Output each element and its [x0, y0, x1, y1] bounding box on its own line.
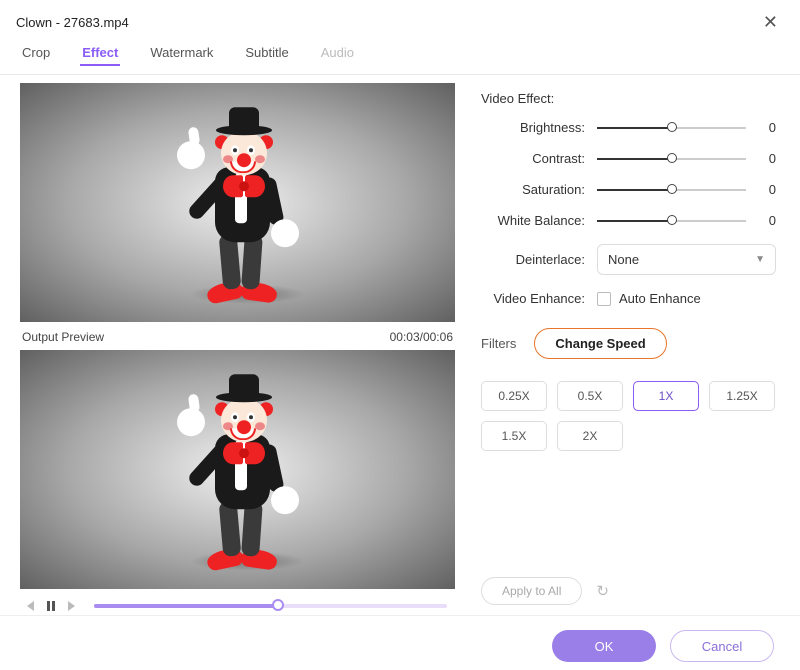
speed-0-5x[interactable]: 0.5X: [557, 381, 623, 411]
speed-1x[interactable]: 1X: [633, 381, 699, 411]
tab-bar: Crop Effect Watermark Subtitle Audio: [0, 41, 800, 74]
whitebalance-value: 0: [758, 213, 776, 228]
speed-1-25x[interactable]: 1.25X: [709, 381, 775, 411]
window-title: Clown - 27683.mp4: [16, 15, 129, 30]
contrast-value: 0: [758, 151, 776, 166]
brightness-slider[interactable]: [597, 127, 746, 129]
saturation-slider[interactable]: [597, 189, 746, 191]
cancel-button[interactable]: Cancel: [670, 630, 774, 662]
output-preview-label: Output Preview: [22, 330, 104, 344]
ok-button[interactable]: OK: [552, 630, 656, 662]
chevron-down-icon: ▼: [755, 254, 765, 265]
subtab-change-speed[interactable]: Change Speed: [534, 328, 666, 359]
deinterlace-label: Deinterlace:: [481, 252, 585, 267]
auto-enhance-label: Auto Enhance: [619, 291, 701, 306]
close-icon[interactable]: ✕: [757, 10, 784, 35]
speed-options: 0.25X 0.5X 1X 1.25X 1.5X 2X: [481, 381, 776, 451]
clown-figure: [163, 362, 313, 582]
deinterlace-value: None: [608, 252, 639, 267]
tab-crop[interactable]: Crop: [20, 41, 52, 66]
auto-enhance-checkbox[interactable]: [597, 292, 611, 306]
contrast-label: Contrast:: [481, 151, 585, 166]
time-display: 00:03/00:06: [390, 330, 453, 344]
clown-figure: [163, 95, 313, 315]
brightness-label: Brightness:: [481, 120, 585, 135]
subtab-filters[interactable]: Filters: [481, 336, 516, 351]
prev-frame-icon[interactable]: [22, 599, 36, 613]
saturation-label: Saturation:: [481, 182, 585, 197]
whitebalance-slider[interactable]: [597, 220, 746, 222]
brightness-value: 0: [758, 120, 776, 135]
tab-audio: Audio: [319, 41, 356, 66]
video-effect-heading: Video Effect:: [481, 91, 776, 106]
whitebalance-label: White Balance:: [481, 213, 585, 228]
tab-effect[interactable]: Effect: [80, 41, 120, 66]
apply-to-all-button[interactable]: Apply to All: [481, 577, 582, 605]
enhance-label: Video Enhance:: [481, 291, 585, 306]
tab-watermark[interactable]: Watermark: [148, 41, 215, 66]
contrast-slider[interactable]: [597, 158, 746, 160]
pause-icon[interactable]: [44, 599, 58, 613]
tab-subtitle[interactable]: Subtitle: [243, 41, 290, 66]
saturation-value: 0: [758, 182, 776, 197]
reset-icon[interactable]: ↻: [596, 582, 609, 600]
speed-0-25x[interactable]: 0.25X: [481, 381, 547, 411]
speed-1-5x[interactable]: 1.5X: [481, 421, 547, 451]
deinterlace-select[interactable]: None ▼: [597, 244, 776, 275]
seek-slider[interactable]: [94, 604, 447, 608]
output-preview: [20, 350, 455, 589]
speed-2x[interactable]: 2X: [557, 421, 623, 451]
original-preview: [20, 83, 455, 322]
next-frame-icon[interactable]: [66, 599, 80, 613]
